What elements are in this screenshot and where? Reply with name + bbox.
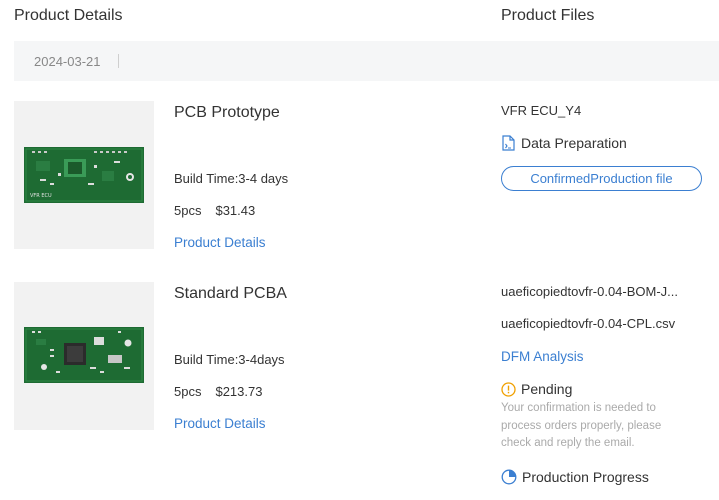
standard-pcba-image [14, 282, 154, 430]
product-files-heading: Product Files [501, 7, 595, 24]
svg-text:VFR ECU: VFR ECU [30, 193, 52, 199]
progress-label: Production Progress [522, 469, 649, 485]
quantity: 5pcs [174, 384, 202, 399]
product-details-link-pcba[interactable]: Product Details [174, 416, 266, 431]
data-preparation-status: Data Preparation [501, 135, 627, 151]
qty-price-pcba: 5pcs $213.73 [174, 384, 262, 399]
pending-note: Your confirmation is needed to process o… [501, 402, 662, 449]
pcba-board-icon [24, 327, 144, 383]
divider [118, 54, 119, 68]
file-data-icon [501, 135, 516, 151]
qty-price-pcb: 5pcs $31.43 [174, 203, 255, 218]
pcb-filename: VFR ECU_Y4 [501, 103, 582, 118]
pcb-board-icon: VFR ECU [24, 147, 144, 203]
progress-circle-icon [501, 469, 517, 485]
product-details-link-pcb[interactable]: Product Details [174, 235, 266, 250]
pending-label: Pending [521, 381, 573, 397]
build-time-pcba: Build Time:3-4days [174, 352, 285, 367]
price: $213.73 [215, 384, 263, 399]
pcb-prototype-image: VFR ECU [14, 101, 154, 249]
product-title-pcb: PCB Prototype [174, 104, 280, 121]
build-time-pcb: Build Time:3-4 days [174, 171, 289, 186]
dfm-analysis-link[interactable]: DFM Analysis [501, 349, 584, 364]
price: $31.43 [215, 203, 256, 218]
product-title-pcba: Standard PCBA [174, 285, 287, 302]
status-label: Data Preparation [521, 135, 627, 151]
production-progress-status: Production Progress [501, 469, 649, 485]
pending-status: Pending [501, 381, 572, 397]
order-date-bar: 2024-03-21 [14, 41, 719, 81]
cpl-filename: uaeficopiedtovfr-0.04-CPL.csv [501, 316, 676, 331]
product-details-heading: Product Details [14, 7, 123, 24]
bom-filename: uaeficopiedtovfr-0.04-BOM-J... [501, 284, 679, 299]
confirmed-production-file-button[interactable]: ConfirmedProduction file [501, 166, 702, 191]
exclamation-circle-icon [501, 381, 516, 397]
order-date: 2024-03-21 [34, 54, 101, 69]
quantity: 5pcs [174, 203, 202, 218]
